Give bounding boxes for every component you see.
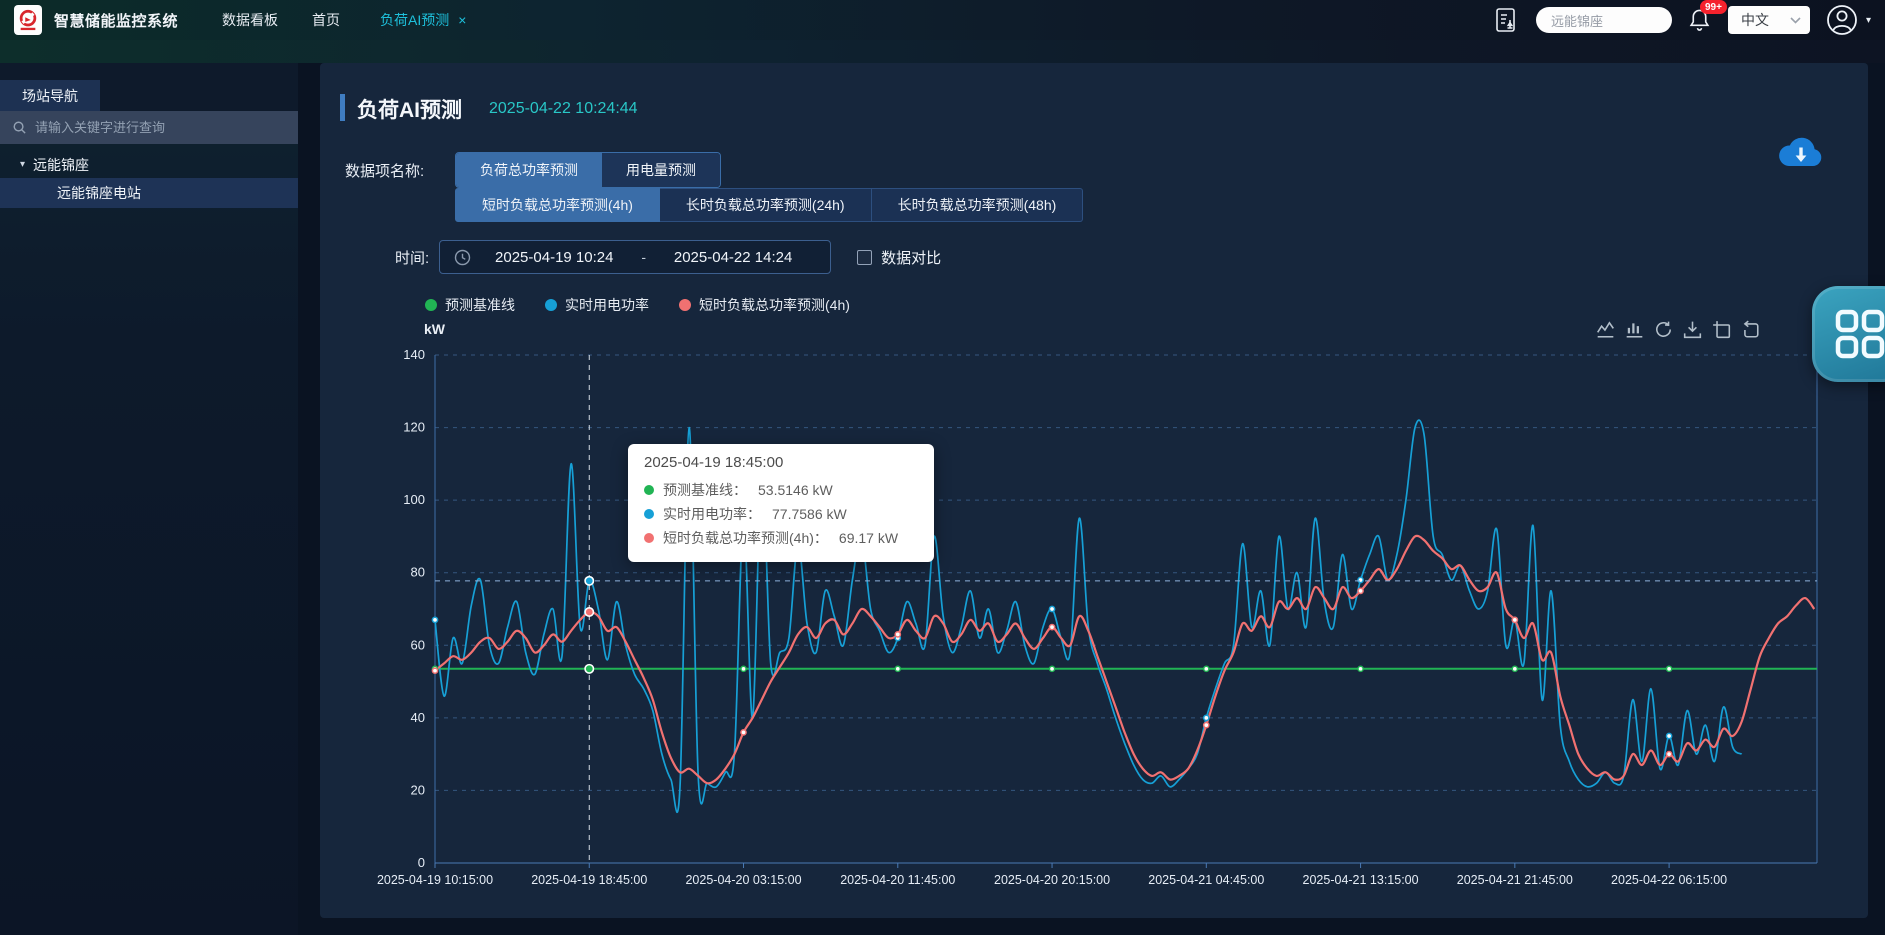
- cloud-download-button[interactable]: [1776, 132, 1826, 174]
- app-title: 智慧储能监控系统: [54, 10, 178, 31]
- tab-long-term-24h[interactable]: 长时负载总功率预测(24h): [660, 188, 872, 222]
- page-title: 负荷AI预测: [357, 94, 462, 124]
- legend-dot-red: [679, 299, 691, 311]
- chart-legend: 预测基准线 实时用电功率 短时负载总功率预测(4h): [425, 295, 850, 315]
- chart-tooltip: 2025-04-19 18:45:00 预测基准线： 53.5146 kW 实时…: [628, 444, 934, 562]
- data-item-row: 数据项名称: 负荷总功率预测 用电量预测: [345, 152, 721, 188]
- toolbox-zoom-reset-icon[interactable]: [1741, 320, 1760, 339]
- tree-node-station[interactable]: 远能锦座电站: [0, 178, 298, 208]
- data-compare-control[interactable]: 数据对比: [857, 247, 941, 268]
- sidebar-search: [0, 111, 298, 144]
- time-row: 时间: 2025-04-19 10:24 - 2025-04-22 14:24 …: [395, 240, 941, 274]
- tab-close-icon[interactable]: ×: [458, 12, 466, 28]
- tab-load-ai-forecast[interactable]: 负荷AI预测 ×: [380, 10, 466, 30]
- range-separator: -: [637, 249, 650, 265]
- notification-badge: 99+: [1700, 0, 1727, 14]
- legend-label: 预测基准线: [445, 295, 515, 315]
- page-timestamp: 2025-04-22 10:24:44: [489, 100, 638, 118]
- legend-dot-green: [425, 299, 437, 311]
- toolbox-data-zoom-icon[interactable]: [1712, 320, 1731, 339]
- station-tree: ▾ 远能锦座 远能锦座电站: [0, 151, 298, 208]
- tooltip-dot-blue: [644, 509, 654, 519]
- station-sidebar: 场站导航 ▾ 远能锦座 远能锦座电站: [0, 63, 298, 935]
- toolbox-bar-icon[interactable]: [1625, 320, 1644, 339]
- range-end-value[interactable]: 2025-04-22 14:24: [650, 249, 816, 266]
- y-axis-unit: kW: [424, 321, 445, 337]
- navbar-right: 99+ 中文 ▾: [1494, 4, 1871, 36]
- legend-item-realtime-power[interactable]: 实时用电功率: [545, 295, 649, 315]
- brand-logo-icon: [14, 5, 42, 35]
- tab-short-term-4h[interactable]: 短时负载总功率预测(4h): [455, 188, 660, 222]
- tree-node-label: 远能锦座: [33, 155, 89, 175]
- search-icon: [12, 120, 27, 135]
- language-select[interactable]: 中文: [1728, 6, 1810, 34]
- button-energy-forecast[interactable]: 用电量预测: [602, 153, 720, 187]
- avatar-icon[interactable]: [1826, 4, 1858, 36]
- range-start-value[interactable]: 2025-04-19 10:24: [471, 249, 637, 266]
- legend-dot-blue: [545, 299, 557, 311]
- button-load-power-forecast[interactable]: 负荷总功率预测: [456, 153, 602, 187]
- tooltip-dot-green: [644, 485, 654, 495]
- forecast-sub-tabs: 短时负载总功率预测(4h) 长时负载总功率预测(24h) 长时负载总功率预测(4…: [455, 188, 1083, 222]
- tooltip-row-baseline: 预测基准线： 53.5146 kW: [644, 478, 918, 502]
- compare-label: 数据对比: [881, 247, 941, 268]
- sidebar-search-input[interactable]: [35, 120, 286, 135]
- menu-item-dashboard[interactable]: 数据看板: [222, 10, 278, 30]
- tooltip-row-realtime: 实时用电功率： 77.7586 kW: [644, 502, 918, 526]
- grid-apps-icon: [1835, 309, 1885, 359]
- main-menu: 数据看板 首页: [222, 10, 340, 30]
- user-caret-down-icon[interactable]: ▾: [1866, 15, 1871, 26]
- app-screen: 智慧储能监控系统 数据看板 首页 负荷AI预测 × 99+: [0, 0, 1885, 935]
- legend-item-baseline[interactable]: 预测基准线: [425, 295, 515, 315]
- legend-label: 实时用电功率: [565, 295, 649, 315]
- sidebar-header: 场站导航: [0, 63, 298, 111]
- compare-checkbox[interactable]: [857, 250, 872, 265]
- tree-node-station-group[interactable]: ▾ 远能锦座: [0, 151, 298, 178]
- top-navbar: 智慧储能监控系统 数据看板 首页 负荷AI预测 × 99+: [0, 0, 1885, 40]
- chart-toolbox: [1596, 320, 1760, 339]
- tooltip-dot-red: [644, 533, 654, 543]
- toolbox-line-icon[interactable]: [1596, 320, 1615, 339]
- toolbox-save-image-icon[interactable]: [1683, 320, 1702, 339]
- legend-item-forecast-4h[interactable]: 短时负载总功率预测(4h): [679, 295, 850, 315]
- report-icon[interactable]: [1494, 6, 1520, 34]
- chevron-down-icon: [1790, 17, 1801, 24]
- menu-item-home[interactable]: 首页: [312, 10, 340, 30]
- station-search-input[interactable]: [1536, 7, 1672, 33]
- tree-node-label: 远能锦座电站: [57, 183, 141, 203]
- date-range-picker[interactable]: 2025-04-19 10:24 - 2025-04-22 14:24: [439, 240, 831, 274]
- data-item-button-group: 负荷总功率预测 用电量预测: [455, 152, 721, 188]
- language-value: 中文: [1741, 10, 1784, 30]
- tooltip-timestamp: 2025-04-19 18:45:00: [644, 454, 918, 471]
- header-band: [0, 40, 1885, 63]
- tree-caret-icon[interactable]: ▾: [20, 159, 25, 170]
- sidebar-tab-station-nav[interactable]: 场站导航: [0, 80, 100, 111]
- tab-label: 负荷AI预测: [380, 10, 449, 30]
- tab-long-term-48h[interactable]: 长时负载总功率预测(48h): [872, 188, 1084, 222]
- tooltip-row-forecast: 短时负载总功率预测(4h)： 69.17 kW: [644, 526, 918, 550]
- clock-icon: [454, 249, 471, 266]
- data-item-label: 数据项名称:: [345, 160, 455, 181]
- title-accent-bar: [340, 94, 345, 121]
- floating-apps-button[interactable]: [1812, 286, 1885, 382]
- legend-label: 短时负载总功率预测(4h): [699, 295, 850, 315]
- time-label: 时间:: [395, 247, 429, 268]
- notifications-button[interactable]: 99+: [1688, 7, 1712, 33]
- toolbox-restore-icon[interactable]: [1654, 320, 1673, 339]
